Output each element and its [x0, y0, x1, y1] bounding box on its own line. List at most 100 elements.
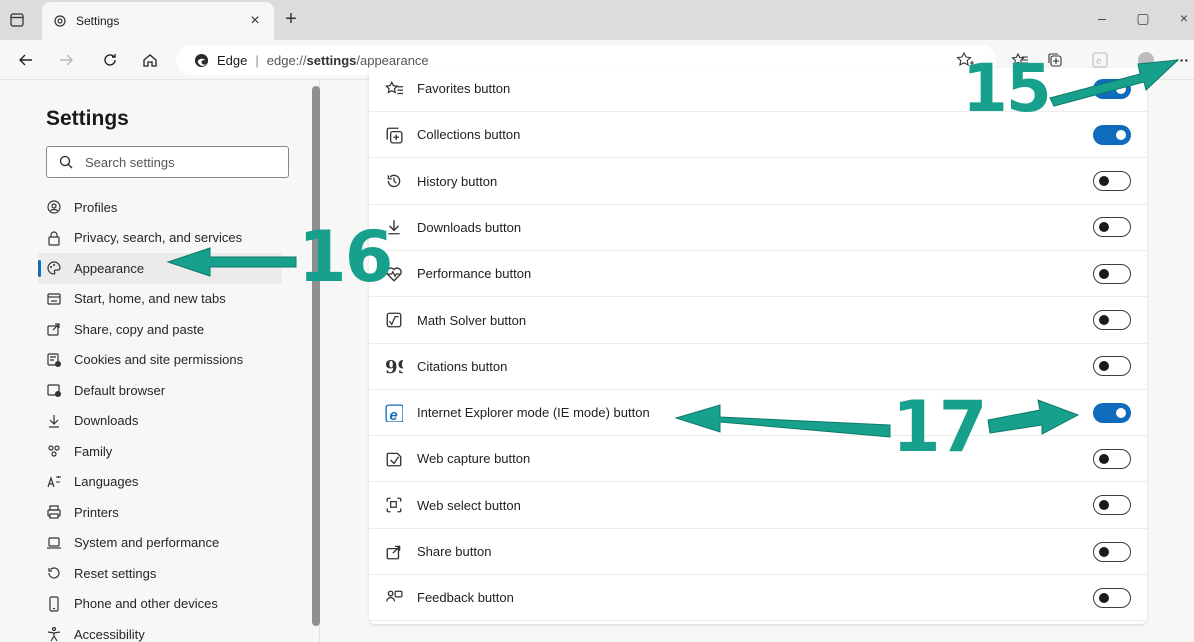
math-solver-icon — [385, 311, 403, 329]
svg-text:99: 99 — [385, 357, 403, 375]
sidebar-item-label: Reset settings — [74, 565, 157, 581]
toggle-switch[interactable] — [1093, 171, 1131, 192]
sidebar-item-profiles[interactable]: Profiles — [46, 192, 306, 223]
setting-row-downloads-button: Downloads button — [369, 205, 1147, 251]
sidebar-item-label: Languages — [74, 474, 139, 490]
sidebar-item-label: Profiles — [74, 199, 118, 215]
setting-row-web-capture-button: Web capture button — [369, 436, 1147, 483]
minimize-button[interactable]: – — [1092, 10, 1112, 26]
setting-label: Internet Explorer mode (IE mode) button — [417, 405, 650, 421]
toggle-switch[interactable] — [1093, 356, 1131, 377]
url-host: settings — [306, 52, 357, 68]
browser-window: Settings × + – ▢ × Edge | edge://setting… — [0, 0, 1194, 642]
sidebar-item-label: Start, home, and new tabs — [74, 291, 226, 307]
sidebar-item-cookies-and-site-permissions[interactable]: Cookies and site permissions — [46, 345, 306, 376]
toggle-switch[interactable] — [1093, 448, 1131, 469]
sidebar-scrollbar[interactable] — [312, 86, 320, 626]
search-icon — [59, 155, 73, 169]
setting-label: Web select button — [417, 497, 521, 513]
sidebar-item-label: Cookies and site permissions — [74, 352, 244, 368]
svg-text:e: e — [390, 407, 398, 421]
web-capture-icon — [385, 450, 403, 468]
citations-icon: 99 — [385, 357, 403, 375]
refresh-icon[interactable] — [98, 48, 122, 72]
favorites-icon — [385, 80, 403, 98]
sidebar-item-label: Downloads — [74, 413, 139, 429]
sidebar-item-label: System and performance — [74, 535, 220, 551]
setting-row-feedback-button: Feedback button — [369, 575, 1147, 622]
home-icon[interactable] — [138, 48, 162, 72]
profile-icon — [46, 199, 62, 215]
setting-label: Collections button — [417, 127, 521, 143]
share-icon — [385, 543, 403, 561]
accessibility-icon — [46, 626, 62, 642]
setting-label: Citations button — [417, 358, 508, 374]
sidebar-item-privacy-search-and-services[interactable]: Privacy, search, and services — [46, 223, 306, 254]
sidebar-item-languages[interactable]: Languages — [46, 467, 306, 498]
sidebar-item-appearance[interactable]: Appearance — [38, 253, 282, 284]
toggle-switch[interactable] — [1093, 263, 1131, 284]
annotation-17: 17 — [892, 386, 987, 468]
sidebar-item-reset-settings[interactable]: Reset settings — [46, 558, 306, 589]
sidebar-item-printers[interactable]: Printers — [46, 497, 306, 528]
tab-close-button[interactable]: × — [246, 12, 264, 30]
tab-title: Settings — [76, 14, 120, 28]
sidebar-item-family[interactable]: Family — [46, 436, 306, 467]
setting-label: Web capture button — [417, 451, 531, 467]
settings-sidebar: Settings Search settings Profiles Privacy… — [0, 80, 320, 642]
setting-label: Favorites button — [417, 81, 511, 96]
sidebar-item-share-copy-and-paste[interactable]: Share, copy and paste — [46, 314, 306, 345]
setting-row-share-button: Share button — [369, 529, 1147, 575]
sidebar-item-phone-and-other-devices[interactable]: Phone and other devices — [46, 589, 306, 620]
sidebar-item-default-browser[interactable]: Default browser — [46, 375, 306, 406]
back-icon[interactable] — [14, 48, 38, 72]
sidebar-item-downloads[interactable]: Downloads — [46, 406, 306, 437]
toggle-switch[interactable] — [1093, 124, 1131, 145]
web-select-icon — [385, 496, 403, 514]
new-tab-button[interactable]: + — [280, 8, 302, 30]
sidebar-item-label: Printers — [74, 504, 119, 520]
toggle-switch[interactable] — [1093, 541, 1131, 562]
reset-icon — [46, 565, 62, 581]
setting-row-web-select-button: Web select button — [369, 483, 1147, 529]
collections-icon — [385, 126, 403, 144]
setting-label: Math Solver button — [417, 312, 527, 328]
home-tab-icon — [46, 291, 62, 307]
toggle-switch[interactable] — [1093, 402, 1131, 423]
toggle-switch[interactable] — [1093, 310, 1131, 330]
sidebar-item-label: Family — [74, 443, 113, 459]
annotation-15: 15 — [962, 50, 1052, 127]
browser-icon — [46, 382, 62, 398]
edge-logo-icon — [194, 53, 209, 68]
tab-actions-icon[interactable] — [6, 9, 28, 31]
sidebar-item-accessibility[interactable]: Accessibility — [46, 619, 306, 642]
gear-icon — [52, 13, 68, 29]
annotation-16: 16 — [298, 216, 393, 298]
setting-label: Feedback button — [417, 590, 514, 606]
more-options-icon[interactable]: ··· — [1172, 50, 1192, 70]
setting-label: Share button — [417, 544, 492, 559]
sidebar-item-start-home-and-new-tabs[interactable]: Start, home, and new tabs — [46, 284, 306, 315]
toggle-switch[interactable] — [1093, 495, 1131, 516]
tab-settings[interactable]: Settings × — [42, 2, 274, 40]
search-input[interactable]: Search settings — [46, 146, 289, 178]
setting-label: Performance button — [417, 266, 532, 282]
palette-icon — [46, 260, 62, 276]
search-placeholder: Search settings — [85, 154, 175, 170]
toolbar-buttons-panel: Favorites button Collections button Histor… — [369, 68, 1147, 624]
setting-label: History button — [417, 173, 498, 189]
setting-row-performance-button: Performance button — [369, 251, 1147, 298]
setting-row-math-solver-button: Math Solver button — [369, 298, 1147, 344]
sidebar-item-system-and-performance[interactable]: System and performance — [46, 528, 306, 559]
toggle-switch[interactable] — [1093, 78, 1131, 99]
tab-strip: Settings × + – ▢ × — [0, 0, 1194, 40]
window-close-button[interactable]: × — [1174, 10, 1194, 26]
browser-label: Edge — [217, 52, 248, 68]
toggle-switch[interactable] — [1093, 587, 1131, 608]
restore-button[interactable]: ▢ — [1133, 10, 1153, 27]
setting-row-internet-explorer-mode-ie-mode-button: e Internet Explorer mode (IE mode) button — [369, 390, 1147, 437]
forward-icon[interactable] — [54, 48, 78, 72]
address-separator: | — [255, 52, 259, 68]
phone-icon — [46, 596, 62, 612]
toggle-switch[interactable] — [1093, 217, 1131, 238]
